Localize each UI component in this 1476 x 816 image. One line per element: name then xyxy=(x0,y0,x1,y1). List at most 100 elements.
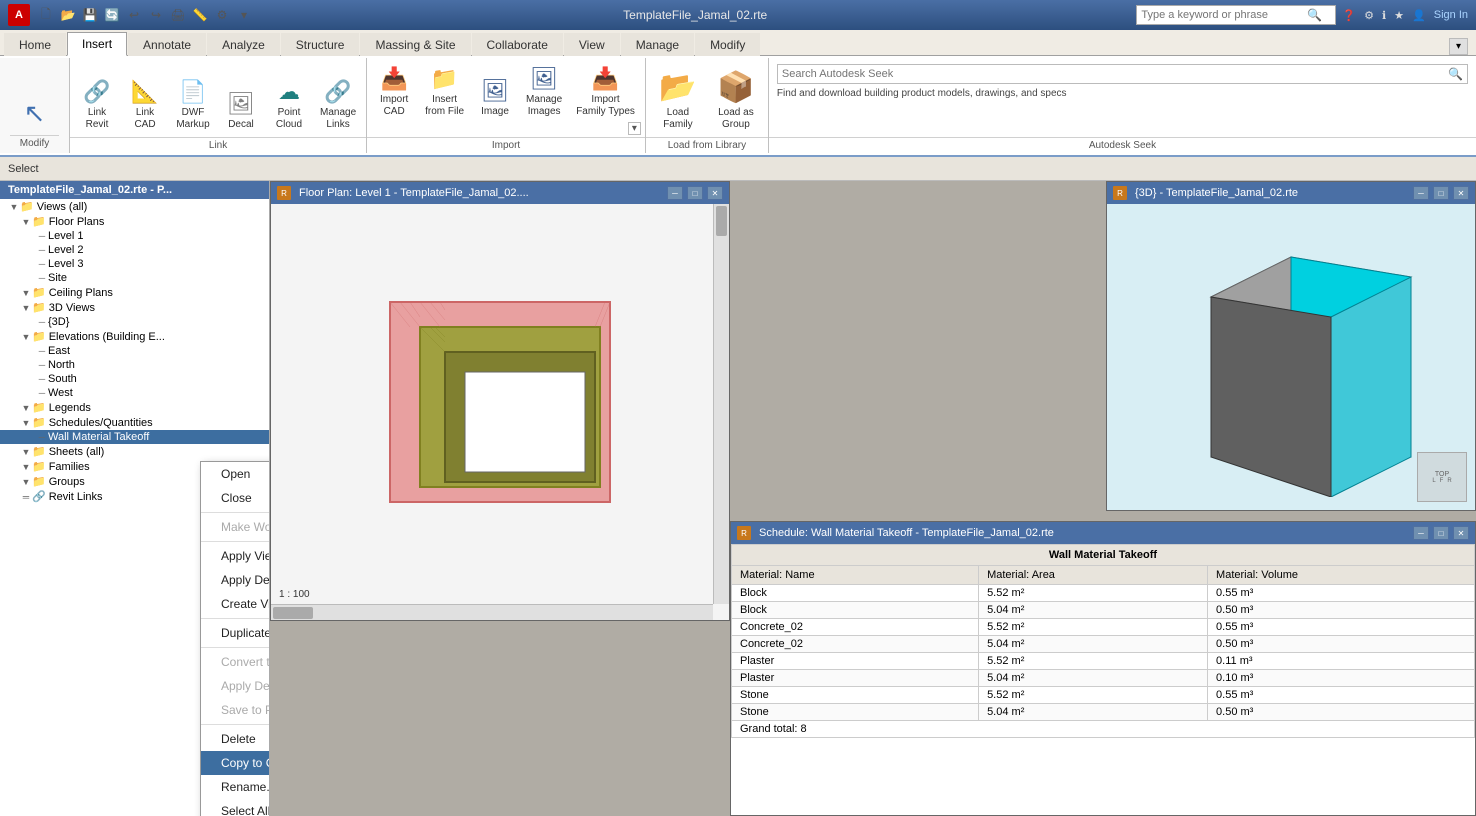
tree-elevations[interactable]: ▼ 📁 Elevations (Building E... xyxy=(0,329,269,344)
tab-modify[interactable]: Modify xyxy=(695,33,760,56)
3d-restore-btn[interactable]: □ xyxy=(1433,186,1449,200)
measure-btn[interactable]: 📏 xyxy=(190,5,210,25)
expand-revit-links[interactable]: ═ xyxy=(20,492,32,502)
cm-apply-view-template[interactable]: Apply View Template... xyxy=(201,544,270,568)
select-label[interactable]: Select xyxy=(8,163,39,175)
tree-sheets[interactable]: ▼ 📁 Sheets (all) xyxy=(0,444,269,459)
tree-west[interactable]: ─ West xyxy=(0,386,269,400)
fp-minimize-btn[interactable]: ─ xyxy=(667,186,683,200)
cm-rename[interactable]: Rename... xyxy=(201,775,270,799)
cm-create-view-template[interactable]: Create View Template From View... xyxy=(201,592,270,616)
expand-elevations[interactable]: ▼ xyxy=(20,332,32,342)
tree-wall-material-takeoff[interactable]: ─ Wall Material Takeoff xyxy=(0,430,269,444)
image-btn[interactable]: 🖼 Image xyxy=(472,74,518,122)
star-icon[interactable]: ★ xyxy=(1394,9,1404,22)
fp-scrollbar-thumb-v[interactable] xyxy=(716,206,727,236)
dwf-markup-btn[interactable]: 📄 DWFMarkup xyxy=(170,75,216,135)
tree-east[interactable]: ─ East xyxy=(0,344,269,358)
fp-restore-btn[interactable]: □ xyxy=(687,186,703,200)
cm-select-all-instances[interactable]: Select All Instances ▶ xyxy=(201,799,270,816)
tab-collaborate[interactable]: Collaborate xyxy=(472,33,563,56)
info-icon[interactable]: ℹ xyxy=(1382,9,1386,22)
3d-minimize-btn[interactable]: ─ xyxy=(1413,186,1429,200)
fp-scrollbar-thumb-h[interactable] xyxy=(273,607,313,619)
expand-3d[interactable]: ▼ xyxy=(20,303,32,313)
sched-close-btn[interactable]: ✕ xyxy=(1453,526,1469,540)
cell-material-volume: 0.55 m³ xyxy=(1208,619,1475,636)
sched-minimize-btn[interactable]: ─ xyxy=(1413,526,1429,540)
expand-views[interactable]: ▼ xyxy=(8,202,20,212)
tree-south[interactable]: ─ South xyxy=(0,372,269,386)
load-as-group-btn[interactable]: 📦 Load asGroup xyxy=(708,66,764,135)
tree-views-all[interactable]: ▼ 📁 Views (all) xyxy=(0,199,269,214)
cm-close[interactable]: Close xyxy=(201,486,270,510)
tree-floor-plans[interactable]: ▼ 📁 Floor Plans xyxy=(0,214,269,229)
import-family-types-btn[interactable]: 📥 ImportFamily Types xyxy=(570,62,641,122)
cm-delete[interactable]: Delete xyxy=(201,727,270,751)
tree-site[interactable]: ─ Site xyxy=(0,271,269,285)
sign-in-btn[interactable]: Sign In xyxy=(1434,9,1468,21)
tree-schedules[interactable]: ▼ 📁 Schedules/Quantities xyxy=(0,415,269,430)
tab-manage[interactable]: Manage xyxy=(621,33,694,56)
fp-scrollbar-h[interactable] xyxy=(271,604,713,620)
tree-3d-views[interactable]: ▼ 📁 3D Views xyxy=(0,300,269,315)
3d-close-btn[interactable]: ✕ xyxy=(1453,186,1469,200)
help-icon[interactable]: ❓ xyxy=(1342,9,1356,22)
fp-scrollbar-v[interactable] xyxy=(713,204,729,604)
tab-analyze[interactable]: Analyze xyxy=(207,33,280,56)
manage-links-btn[interactable]: 🔗 ManageLinks xyxy=(314,75,362,135)
expand-schedules[interactable]: ▼ xyxy=(20,418,32,428)
expand-groups[interactable]: ▼ xyxy=(20,477,32,487)
sched-restore-btn[interactable]: □ xyxy=(1433,526,1449,540)
import-expand-btn[interactable]: ▾ xyxy=(628,122,641,135)
new-btn[interactable]: 🗋 xyxy=(36,5,56,25)
cm-open[interactable]: Open xyxy=(201,462,270,486)
nav-cube[interactable]: TOP L F R xyxy=(1417,452,1467,502)
seek-search-input[interactable] xyxy=(782,68,1448,80)
tree-ceiling-plans[interactable]: ▼ 📁 Ceiling Plans xyxy=(0,285,269,300)
expand-sheets[interactable]: ▼ xyxy=(20,447,32,457)
link-cad-btn[interactable]: 📐 LinkCAD xyxy=(122,75,168,135)
save-btn[interactable]: 💾 xyxy=(80,5,100,25)
tree-north[interactable]: ─ North xyxy=(0,358,269,372)
redo-btn[interactable]: ↪ xyxy=(146,5,166,25)
tree-level-3[interactable]: ─ Level 3 xyxy=(0,257,269,271)
user-icon[interactable]: 👤 xyxy=(1412,9,1426,22)
link-revit-btn[interactable]: 🔗 LinkRevit xyxy=(74,75,120,135)
insert-from-file-btn[interactable]: 📁 Insertfrom File xyxy=(419,62,470,122)
expand-legends[interactable]: ▼ xyxy=(20,403,32,413)
print-btn[interactable]: 🖨 xyxy=(168,5,188,25)
tree-3d[interactable]: ─ {3D} xyxy=(0,315,269,329)
tab-annotate[interactable]: Annotate xyxy=(128,33,206,56)
tree-level-2[interactable]: ─ Level 2 xyxy=(0,243,269,257)
tab-insert[interactable]: Insert xyxy=(67,32,127,56)
tree-legends[interactable]: ▼ 📁 Legends xyxy=(0,400,269,415)
fp-close-btn[interactable]: ✕ xyxy=(707,186,723,200)
cm-apply-default-view-template[interactable]: Apply Default View Template xyxy=(201,568,270,592)
expand-ceiling[interactable]: ▼ xyxy=(20,288,32,298)
load-family-btn[interactable]: 📂 LoadFamily xyxy=(650,66,706,135)
tab-structure[interactable]: Structure xyxy=(281,33,360,56)
title-search[interactable]: 🔍 xyxy=(1136,5,1336,25)
expand-families[interactable]: ▼ xyxy=(20,462,32,472)
dropdown-btn[interactable]: ▾ xyxy=(234,5,254,25)
sync-btn[interactable]: 🔄 xyxy=(102,5,122,25)
cm-copy-clipboard[interactable]: Copy to Clipboard xyxy=(201,751,270,775)
tab-view[interactable]: View xyxy=(564,33,620,56)
tree-level-1[interactable]: ─ Level 1 xyxy=(0,229,269,243)
cm-duplicate-view[interactable]: Duplicate View ▶ xyxy=(201,621,270,645)
point-cloud-btn[interactable]: ☁ PointCloud xyxy=(266,75,312,135)
open-btn[interactable]: 📂 xyxy=(58,5,78,25)
title-search-input[interactable] xyxy=(1137,9,1307,21)
undo-btn[interactable]: ↩ xyxy=(124,5,144,25)
expand-floor-plans[interactable]: ▼ xyxy=(20,217,32,227)
manage-images-btn[interactable]: 🖼 ManageImages xyxy=(520,62,568,122)
settings-btn[interactable]: ⚙ xyxy=(212,5,232,25)
tab-home[interactable]: Home xyxy=(4,33,66,56)
decal-btn[interactable]: 🖼 Decal xyxy=(218,87,264,135)
tab-massing[interactable]: Massing & Site xyxy=(360,33,470,56)
import-cad-btn[interactable]: 📥 ImportCAD xyxy=(371,62,417,122)
settings-icon[interactable]: ⚙ xyxy=(1364,9,1374,22)
modify-btn[interactable]: ↖ xyxy=(13,94,57,133)
ribbon-toggle[interactable]: ▾ xyxy=(1449,38,1468,55)
